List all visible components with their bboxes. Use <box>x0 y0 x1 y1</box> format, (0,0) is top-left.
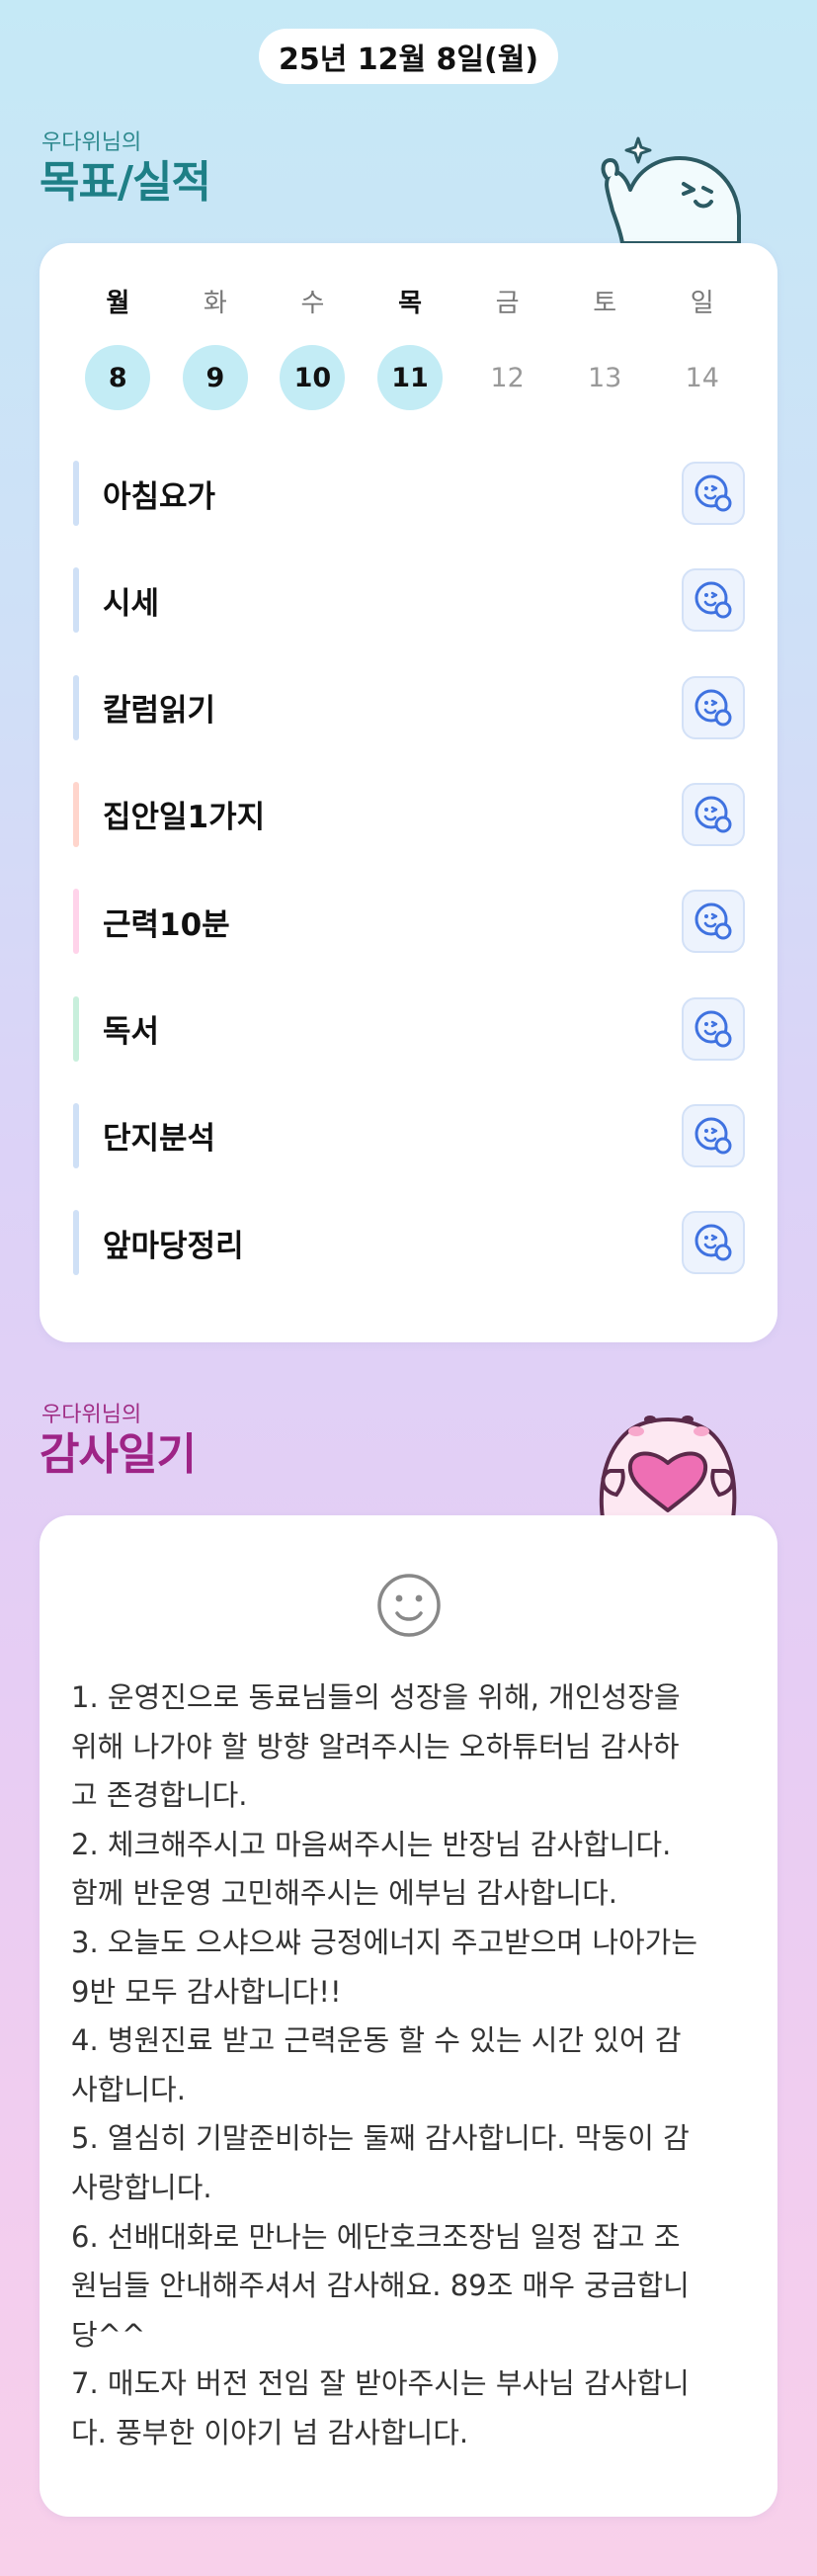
goal-label: 집안일1가지 <box>103 800 266 836</box>
goal-color-bar <box>73 567 79 634</box>
journal-line: 위해 나가야 할 방향 알려주시는 오하튜터님 감사하 <box>71 1729 680 1763</box>
weekday-fri: 금 <box>495 289 520 318</box>
journal-line: 사랑합니다. <box>71 2170 212 2204</box>
goal-check-button[interactable] <box>682 782 745 846</box>
goal-color-bar <box>73 461 79 526</box>
gratitude-card: 1. 운영진으로 동료님들의 성장을 위해, 개인성장을위해 나가야 할 방향 … <box>40 1515 777 2517</box>
journal-line: 5. 열심히 기말준비하는 둘째 감사합니다. 막둥이 감 <box>71 2121 690 2156</box>
goals-section-title: 목표/실적 <box>40 157 211 208</box>
day-10[interactable]: 10 <box>280 345 346 410</box>
goal-row: 집안일1가지 <box>73 781 745 847</box>
date-pill[interactable]: 25년 12월 8일(월) <box>259 29 558 84</box>
goal-row: 단지분석 <box>73 1102 745 1168</box>
goal-check-button[interactable] <box>682 890 745 954</box>
smiley-check-icon <box>694 1117 732 1155</box>
gratitude-journal-text: 1. 운영진으로 동료님들의 성장을 위해, 개인성장을위해 나가야 할 방향 … <box>71 1674 753 2458</box>
weekday-tue: 화 <box>203 289 227 318</box>
day-12[interactable]: 12 <box>475 345 540 410</box>
journal-line: 원님들 안내해주셔서 감사해요. 89조 매우 궁금합니 <box>71 2269 690 2303</box>
weekday-wed: 수 <box>300 289 325 318</box>
journal-line: 6. 선배대화로 만나는 에단호크조장님 일정 잡고 조 <box>71 2219 681 2254</box>
day-9[interactable]: 9 <box>182 345 248 410</box>
goal-row: 칼럼읽기 <box>73 674 745 740</box>
day-11[interactable]: 11 <box>377 345 444 410</box>
goals-section-header: 우다위님의 목표/실적 <box>40 125 211 208</box>
goal-row: 아침요가 <box>73 461 745 526</box>
journal-line: 함께 반운영 고민해주시는 에부님 감사합니다. <box>71 1876 618 1911</box>
goals-section-subtitle: 우다위님의 <box>41 130 142 155</box>
goal-color-bar <box>73 1210 79 1276</box>
goal-label: 칼럼읽기 <box>103 693 216 730</box>
weekday-sat: 토 <box>593 289 617 318</box>
smiley-check-icon <box>694 902 732 940</box>
goals-card: 월 화 수 목 금 토 일 8 9 10 11 12 13 14 아침요가시세칼… <box>40 243 777 1342</box>
day-14[interactable]: 14 <box>670 345 735 410</box>
weekday-mon: 월 <box>106 289 130 318</box>
goal-row: 독서 <box>73 995 745 1062</box>
smiley-check-icon <box>694 1224 732 1261</box>
day-13[interactable]: 13 <box>572 345 637 410</box>
week-calendar: 월 화 수 목 금 토 일 8 9 10 11 12 13 14 <box>69 283 751 410</box>
smiley-check-icon <box>694 1010 732 1047</box>
goal-color-bar <box>73 995 79 1062</box>
journal-line: 3. 오늘도 으샤으쌰 긍정에너지 주고받으며 나아가는 <box>71 1925 698 1959</box>
journal-line: 1. 운영진으로 동료님들의 성장을 위해, 개인성장을 <box>71 1680 681 1714</box>
journal-line: 7. 매도자 버전 전임 잘 받아주시는 부사님 감사합니 <box>71 2366 690 2401</box>
goal-check-button[interactable] <box>682 996 745 1061</box>
goal-label: 시세 <box>103 585 160 622</box>
journal-line: 고 존경합니다. <box>71 1778 248 1813</box>
goal-row: 근력10분 <box>73 889 745 955</box>
goal-label: 단지분석 <box>103 1121 216 1158</box>
goal-label: 아침요가 <box>103 478 216 515</box>
goal-check-button[interactable] <box>682 568 745 633</box>
gratitude-section-title: 감사일기 <box>40 1429 197 1480</box>
journal-line: 9반 모두 감사합니다!! <box>71 1974 342 2009</box>
journal-line: 4. 병원진료 받고 근력운동 할 수 있는 시간 있어 감 <box>71 2023 682 2058</box>
goal-check-button[interactable] <box>682 1103 745 1167</box>
smiley-check-icon <box>694 689 732 727</box>
goal-color-bar <box>73 889 79 955</box>
goal-row: 앞마당정리 <box>73 1210 745 1276</box>
date-label: 25년 12월 8일(월) <box>278 43 539 77</box>
gratitude-section-header: 우다위님의 감사일기 <box>40 1397 197 1480</box>
goal-check-button[interactable] <box>682 462 745 525</box>
heart-hug-mascot-icon <box>599 1416 737 1518</box>
goal-color-bar <box>73 674 79 740</box>
smiley-check-icon <box>694 581 732 619</box>
weekday-thu: 목 <box>398 289 422 318</box>
goal-label: 독서 <box>103 1014 160 1050</box>
day-8[interactable]: 8 <box>85 345 151 410</box>
goal-color-bar <box>73 781 79 847</box>
journal-line: 다. 풍부한 이야기 넘 감사합니다. <box>71 2415 469 2449</box>
gratitude-section-subtitle: 우다위님의 <box>41 1403 142 1427</box>
goal-row: 시세 <box>73 567 745 634</box>
goal-check-button[interactable] <box>682 1211 745 1275</box>
goal-color-bar <box>73 1102 79 1168</box>
journal-line: 2. 체크해주시고 마음써주시는 반장님 감사합니다. <box>71 1827 672 1861</box>
goal-label: 앞마당정리 <box>103 1228 244 1264</box>
goal-check-button[interactable] <box>682 675 745 739</box>
goal-label: 근력10분 <box>103 906 230 943</box>
smiley-face-icon[interactable] <box>375 1572 443 1639</box>
waving-mascot-icon <box>601 136 741 245</box>
weekday-sun: 일 <box>690 289 714 318</box>
journal-line: 사합니다. <box>71 2072 186 2106</box>
journal-line: 당^^ <box>71 2317 146 2352</box>
smiley-check-icon <box>694 796 732 833</box>
smiley-check-icon <box>694 474 732 512</box>
